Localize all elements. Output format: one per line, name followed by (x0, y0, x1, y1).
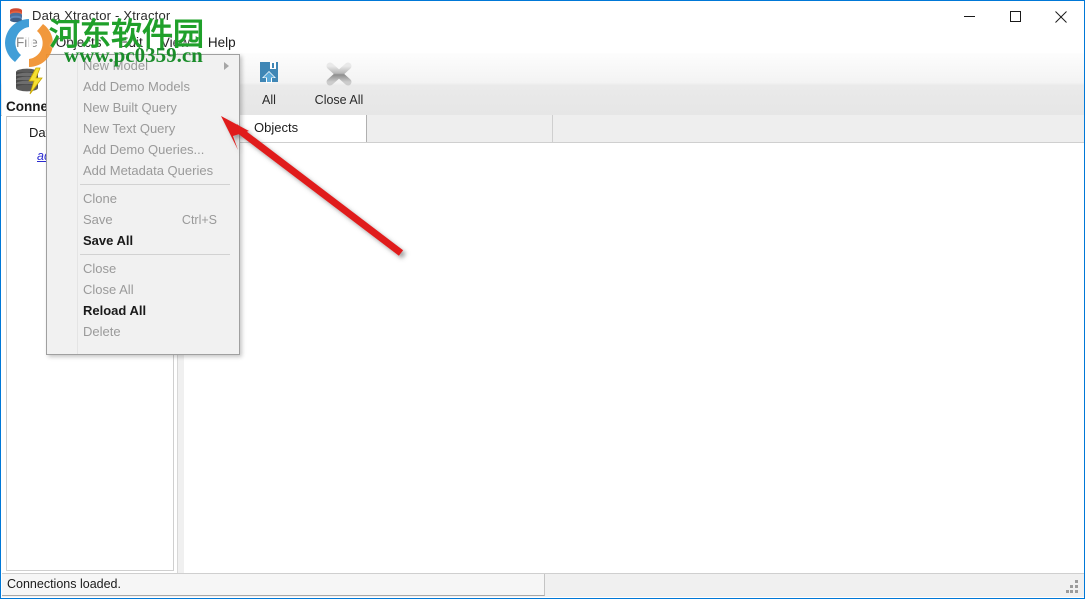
menu-item-label: Close (83, 261, 117, 276)
menu-separator-1 (47, 181, 239, 188)
close-button[interactable] (1038, 1, 1084, 32)
menu-item-close-all[interactable]: Close All (47, 279, 239, 300)
menu-help[interactable]: Help (199, 34, 245, 52)
window-title: Data Xtractor - Xtractor (32, 8, 171, 23)
maximize-button[interactable] (992, 1, 1038, 32)
menu-item-new-text-query[interactable]: New Text Query (47, 118, 239, 139)
menu-item-label: Save All (83, 233, 134, 248)
toolbar-save-all-button[interactable]: All (237, 53, 301, 111)
menu-objects[interactable]: Objects (47, 34, 111, 52)
file-dropdown-menu: New Model Add Demo Models New Built Quer… (46, 54, 240, 355)
toolbar-save-all-label: All (262, 93, 276, 107)
menu-item-label: Save (83, 212, 113, 227)
menu-item-new-built-query[interactable]: New Built Query (47, 97, 239, 118)
menu-item-label: New Built Query (83, 100, 177, 115)
application-window: Data Xtractor - Xtractor File Objects Ed… (0, 0, 1085, 599)
menu-item-add-metadata-queries[interactable]: Add Metadata Queries (47, 160, 239, 181)
menu-file[interactable]: File (7, 34, 47, 52)
menu-item-new-model[interactable]: New Model (47, 55, 239, 76)
save-all-icon (254, 57, 284, 91)
menu-edit[interactable]: Edit (111, 34, 152, 52)
file-menu-items: New Model Add Demo Models New Built Quer… (47, 55, 239, 342)
chevron-right-icon (224, 62, 229, 70)
menu-item-label: New Text Query (83, 121, 176, 136)
minimize-button[interactable] (946, 1, 992, 32)
tab-strip: Objects (184, 115, 1084, 143)
menu-item-add-demo-models[interactable]: Add Demo Models (47, 76, 239, 97)
window-controls (946, 1, 1084, 32)
menu-item-delete[interactable]: Delete (47, 321, 239, 342)
resize-grip-icon[interactable] (1066, 580, 1080, 594)
toolbar-group-file: All Close All (237, 53, 377, 115)
menu-item-reload-all[interactable]: Reload All (47, 300, 239, 321)
menu-item-add-demo-queries[interactable]: Add Demo Queries... (47, 139, 239, 160)
menu-item-label: Add Metadata Queries (83, 163, 214, 178)
status-message-cell: Connections loaded. (2, 574, 545, 596)
menu-item-save-all[interactable]: Save All (47, 230, 239, 251)
menu-separator-2 (47, 251, 239, 258)
menu-item-label: Close All (83, 282, 134, 297)
app-database-icon (8, 7, 26, 25)
menu-view[interactable]: View (152, 34, 199, 52)
title-bar: Data Xtractor - Xtractor (1, 1, 1084, 32)
menu-item-label: Add Demo Queries... (83, 142, 205, 157)
menu-item-close[interactable]: Close (47, 258, 239, 279)
menu-item-label: Reload All (83, 303, 147, 318)
menu-item-label: Add Demo Models (83, 79, 190, 94)
toolbar-close-all-label: Close All (314, 93, 364, 107)
menu-bar: File Objects Edit View Help (1, 32, 1084, 53)
menu-item-shortcut: Ctrl+S (181, 212, 217, 227)
toolbar-close-all-button[interactable]: Close All (301, 53, 377, 111)
status-bar: Connections loaded. (2, 573, 1084, 597)
menu-item-label: Clone (83, 191, 117, 206)
menu-item-label: New Model (83, 58, 149, 73)
objects-content-pane (184, 142, 1084, 575)
tab-strip-filler (368, 115, 553, 142)
menu-item-clone[interactable]: Clone (47, 188, 239, 209)
status-message: Connections loaded. (7, 577, 121, 591)
tab-objects-label: Objects (254, 120, 299, 135)
menu-item-save[interactable]: Save Ctrl+S (47, 209, 239, 230)
close-all-x-icon (323, 57, 355, 91)
menu-item-label: Delete (83, 324, 121, 339)
